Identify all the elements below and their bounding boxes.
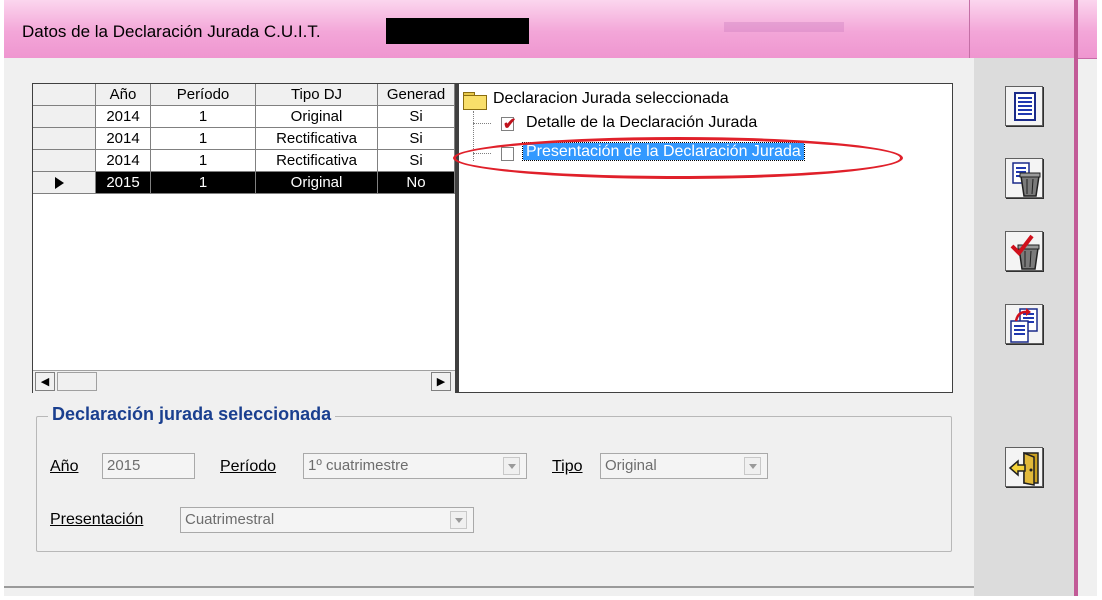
table-row-selected[interactable]: 2015 1 Original No <box>33 172 455 194</box>
cuit-redacted-value <box>386 18 529 44</box>
main-window: Datos de la Declaración Jurada C.U.I.T. … <box>4 0 1097 596</box>
presentacion-dropdown[interactable]: Cuatrimestral <box>180 507 474 533</box>
copy-document-button[interactable] <box>1005 304 1043 344</box>
grid-horizontal-scrollbar[interactable]: ◀ ▶ <box>33 370 455 393</box>
row-indicator[interactable] <box>33 106 96 128</box>
grid-corner-cell <box>33 84 96 106</box>
view-document-button[interactable] <box>1005 86 1043 126</box>
cell-generada[interactable]: Si <box>378 106 455 128</box>
table-row[interactable]: 2014 1 Rectificativa Si <box>33 128 455 150</box>
column-header-anio[interactable]: Año <box>96 84 151 106</box>
delete-document-button[interactable] <box>1005 158 1043 198</box>
cell-periodo[interactable]: 1 <box>151 128 256 150</box>
column-header-generada[interactable]: Generad <box>378 84 455 106</box>
tipo-dropdown[interactable]: Original <box>600 453 768 479</box>
exit-button[interactable] <box>1005 447 1043 487</box>
tree-connector <box>473 123 491 124</box>
trash-document-icon <box>1012 162 1041 197</box>
title-bar-divider <box>969 0 970 58</box>
chevron-down-icon[interactable] <box>503 457 520 475</box>
scroll-thumb[interactable] <box>57 372 97 391</box>
cell-tipo[interactable]: Original <box>256 172 378 194</box>
cell-tipo[interactable]: Rectificativa <box>256 128 378 150</box>
cell-generada[interactable]: No <box>378 172 455 194</box>
scroll-left-button[interactable]: ◀ <box>35 372 55 391</box>
grid-header-row: Año Período Tipo DJ Generad <box>33 84 455 106</box>
bottom-separator <box>4 586 974 588</box>
trash-check-icon <box>1010 234 1040 270</box>
window-title: Datos de la Declaración Jurada C.U.I.T. <box>22 22 321 41</box>
anio-value: 2015 <box>107 457 141 474</box>
title-bar: Datos de la Declaración Jurada C.U.I.T. <box>4 0 1097 59</box>
red-check-icon: ✔ <box>503 116 517 133</box>
tipo-value: Original <box>605 457 657 474</box>
exit-door-icon <box>1008 451 1039 486</box>
cell-periodo[interactable]: 1 <box>151 172 256 194</box>
tree-checkbox-detalle[interactable]: ✔ <box>501 116 517 133</box>
cell-generada[interactable]: Si <box>378 150 455 172</box>
scroll-right-button[interactable]: ▶ <box>431 372 451 391</box>
tipo-label: Tipo <box>552 458 583 476</box>
chevron-down-icon[interactable] <box>450 511 467 529</box>
highlight-ellipse <box>453 137 903 179</box>
row-indicator[interactable] <box>33 128 96 150</box>
anio-label: Año <box>50 458 79 475</box>
table-row[interactable]: 2014 1 Rectificativa Si <box>33 150 455 172</box>
presentacion-label: Presentación <box>50 511 143 529</box>
cell-anio[interactable]: 2014 <box>96 150 151 172</box>
cell-anio[interactable]: 2014 <box>96 128 151 150</box>
row-indicator[interactable] <box>33 172 96 194</box>
column-header-periodo[interactable]: Período <box>151 84 256 106</box>
document-lines-icon <box>1014 92 1036 121</box>
current-row-arrow-icon <box>55 177 64 189</box>
periodo-label-text: Período <box>220 458 277 475</box>
copy-document-arrow-icon <box>1010 308 1038 343</box>
window-right-border <box>1074 0 1078 596</box>
table-row[interactable]: 2014 1 Original Si <box>33 106 455 128</box>
periodo-dropdown[interactable]: 1º cuatrimestre <box>303 453 527 479</box>
folder-icon <box>463 92 487 110</box>
cell-anio[interactable]: 2014 <box>96 106 151 128</box>
periodo-label: Período <box>220 458 276 476</box>
presentacion-value: Cuatrimestral <box>185 511 275 528</box>
selected-declaration-groupbox <box>36 416 952 552</box>
tree-root-item[interactable]: Declaracion Jurada seleccionada <box>493 90 729 108</box>
tree-item-detalle[interactable]: Detalle de la Declaración Jurada <box>526 114 757 132</box>
presentacion-label-text: Presentación <box>50 511 144 528</box>
title-bar-ghost-text <box>724 22 844 32</box>
cell-anio[interactable]: 2015 <box>96 172 151 194</box>
groupbox-title: Declaración jurada seleccionada <box>48 404 336 425</box>
delete-checked-button[interactable] <box>1005 231 1043 271</box>
tree-item-label: Detalle de la Declaración Jurada <box>526 114 758 131</box>
anio-field[interactable]: 2015 <box>102 453 195 479</box>
cell-periodo[interactable]: 1 <box>151 106 256 128</box>
chevron-down-icon[interactable] <box>744 457 761 475</box>
periodo-value: 1º cuatrimestre <box>308 457 409 474</box>
declarations-grid[interactable]: Año Período Tipo DJ Generad 2014 1 Origi… <box>32 83 456 393</box>
cell-tipo[interactable]: Rectificativa <box>256 150 378 172</box>
cell-tipo[interactable]: Original <box>256 106 378 128</box>
tipo-label-text: Tipo <box>552 458 583 475</box>
column-header-tipo-dj[interactable]: Tipo DJ <box>256 84 378 106</box>
cell-periodo[interactable]: 1 <box>151 150 256 172</box>
row-indicator[interactable] <box>33 150 96 172</box>
declaration-tree[interactable]: Declaracion Jurada seleccionada ✔ Detall… <box>456 83 953 393</box>
cell-generada[interactable]: Si <box>378 128 455 150</box>
